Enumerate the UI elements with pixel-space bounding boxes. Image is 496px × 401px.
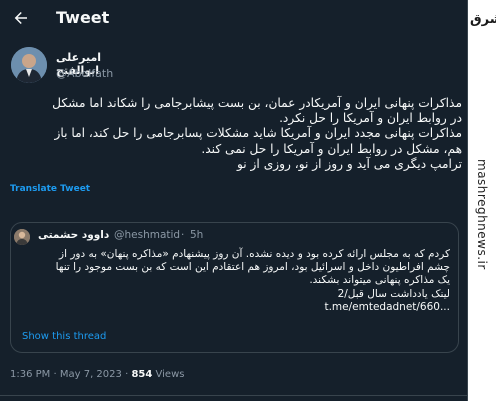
watermark-text: mashreghnews.ir <box>475 158 489 270</box>
tweet-line: در روابط ایران و آمریکا را حل نکرد. <box>279 111 462 126</box>
views-label: Views <box>155 369 185 380</box>
views-count: 854 <box>131 369 153 380</box>
bottom-divider <box>0 395 468 396</box>
quote-line: یک مذاکره پنهانی میتواند بشکند. <box>309 274 450 287</box>
tweet-line: هم، مشکل در روابط ایران و آمریکا را حل ن… <box>201 141 462 156</box>
separator-dot: · <box>53 369 57 380</box>
quoted-tweet-time: 5h <box>190 229 204 241</box>
quoted-author-handle: @heshmatid <box>114 229 181 241</box>
quote-line: لینک یادداشت سال قبل/2 <box>337 287 450 300</box>
back-button[interactable] <box>10 7 32 29</box>
avatar-image <box>14 229 30 245</box>
quote-line: چشم افراطیون داخل و اسرائیل بود، امروز ه… <box>55 261 450 274</box>
translate-tweet-link[interactable]: Translate Tweet <box>10 184 90 194</box>
tweet-time[interactable]: 1:36 PM <box>10 369 50 380</box>
separator-dot: · <box>181 229 185 241</box>
quoted-author-name: داوود حشمتی <box>38 229 110 241</box>
quote-line: کردم که به مجلس ارائه کرده بود و دیده نش… <box>59 248 450 260</box>
tweet-line: مذاکرات پنهانی مجدد ایران و آمریکا شاید … <box>54 126 462 141</box>
quoted-tweet-text: کردم که به مجلس ارائه کرده بود و دیده نش… <box>18 248 450 314</box>
quote-link[interactable]: t.me/emtedadnet/660... <box>18 301 450 314</box>
tweet-header: Tweet <box>0 0 470 38</box>
tweet-text: مذاکرات پنهانی ایران و آمریکادر عمان، بن… <box>10 96 462 172</box>
tweet-meta: 1:36 PM · May 7, 2023 · 854 Views <box>10 369 184 380</box>
page-title: Tweet <box>56 8 110 27</box>
show-thread-link[interactable]: Show this thread <box>22 331 106 342</box>
mashregh-logo: مشرق <box>470 12 496 27</box>
author-avatar[interactable] <box>11 47 47 83</box>
avatar-image <box>11 47 47 83</box>
tweet-line: ترامپ دیگری می آید و روز از نو، روزی از … <box>236 156 462 171</box>
author-handle[interactable]: @Abolfath <box>56 67 113 80</box>
tweet-line: مذاکرات پنهانی ایران و آمریکادر عمان، بن… <box>52 96 462 110</box>
separator-dot: · <box>125 369 129 380</box>
tweet-date[interactable]: May 7, 2023 <box>60 369 122 380</box>
arrow-left-icon <box>14 12 27 24</box>
quoted-author-avatar[interactable] <box>14 229 30 245</box>
